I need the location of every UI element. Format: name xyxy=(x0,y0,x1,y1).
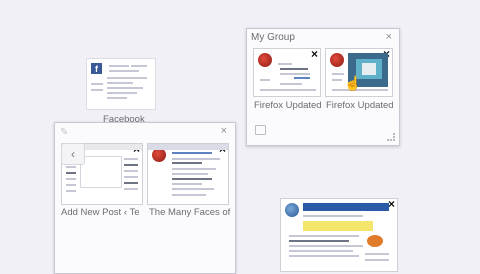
tab-label: The Many Faces of xyxy=(149,207,231,218)
facebook-icon: f xyxy=(91,63,102,74)
new-tab-icon[interactable] xyxy=(255,125,266,135)
tab-group-panel[interactable]: ✎ × × ‹ Add New Post ‹ Te × The Many Fac… xyxy=(54,122,236,274)
tab-label: Firefox Updated xyxy=(254,100,322,111)
cursor-icon: ☝ xyxy=(344,75,362,91)
firefox-icon xyxy=(258,53,272,67)
tab-close-icon[interactable]: × xyxy=(388,199,395,210)
tab-label: Add New Post ‹ Te xyxy=(61,207,140,218)
facebook-tab-thumbnail[interactable]: f xyxy=(86,58,156,110)
chevron-left-icon[interactable]: ‹ xyxy=(61,143,85,165)
tab-thumbnail[interactable]: × xyxy=(147,143,229,205)
my-group-panel[interactable]: My Group × × Firefox Updated × ☝ Firefox… xyxy=(246,28,400,146)
tab-label: Firefox Updated xyxy=(326,100,394,111)
firefox-icon xyxy=(330,53,344,67)
tab-thumbnail[interactable]: × xyxy=(253,48,321,97)
tab-thumbnail[interactable]: × ☝ xyxy=(325,48,393,97)
resize-handle[interactable] xyxy=(387,133,395,141)
group-title[interactable]: My Group xyxy=(251,32,295,43)
edit-title-icon[interactable]: ✎ xyxy=(60,127,68,138)
tab-close-icon[interactable]: × xyxy=(311,49,318,60)
group-close-icon[interactable]: × xyxy=(221,126,227,137)
group-close-icon[interactable]: × xyxy=(386,32,392,43)
firefox-icon xyxy=(152,148,166,162)
globe-icon xyxy=(285,203,299,217)
tab-thumbnail[interactable]: × xyxy=(280,198,398,272)
